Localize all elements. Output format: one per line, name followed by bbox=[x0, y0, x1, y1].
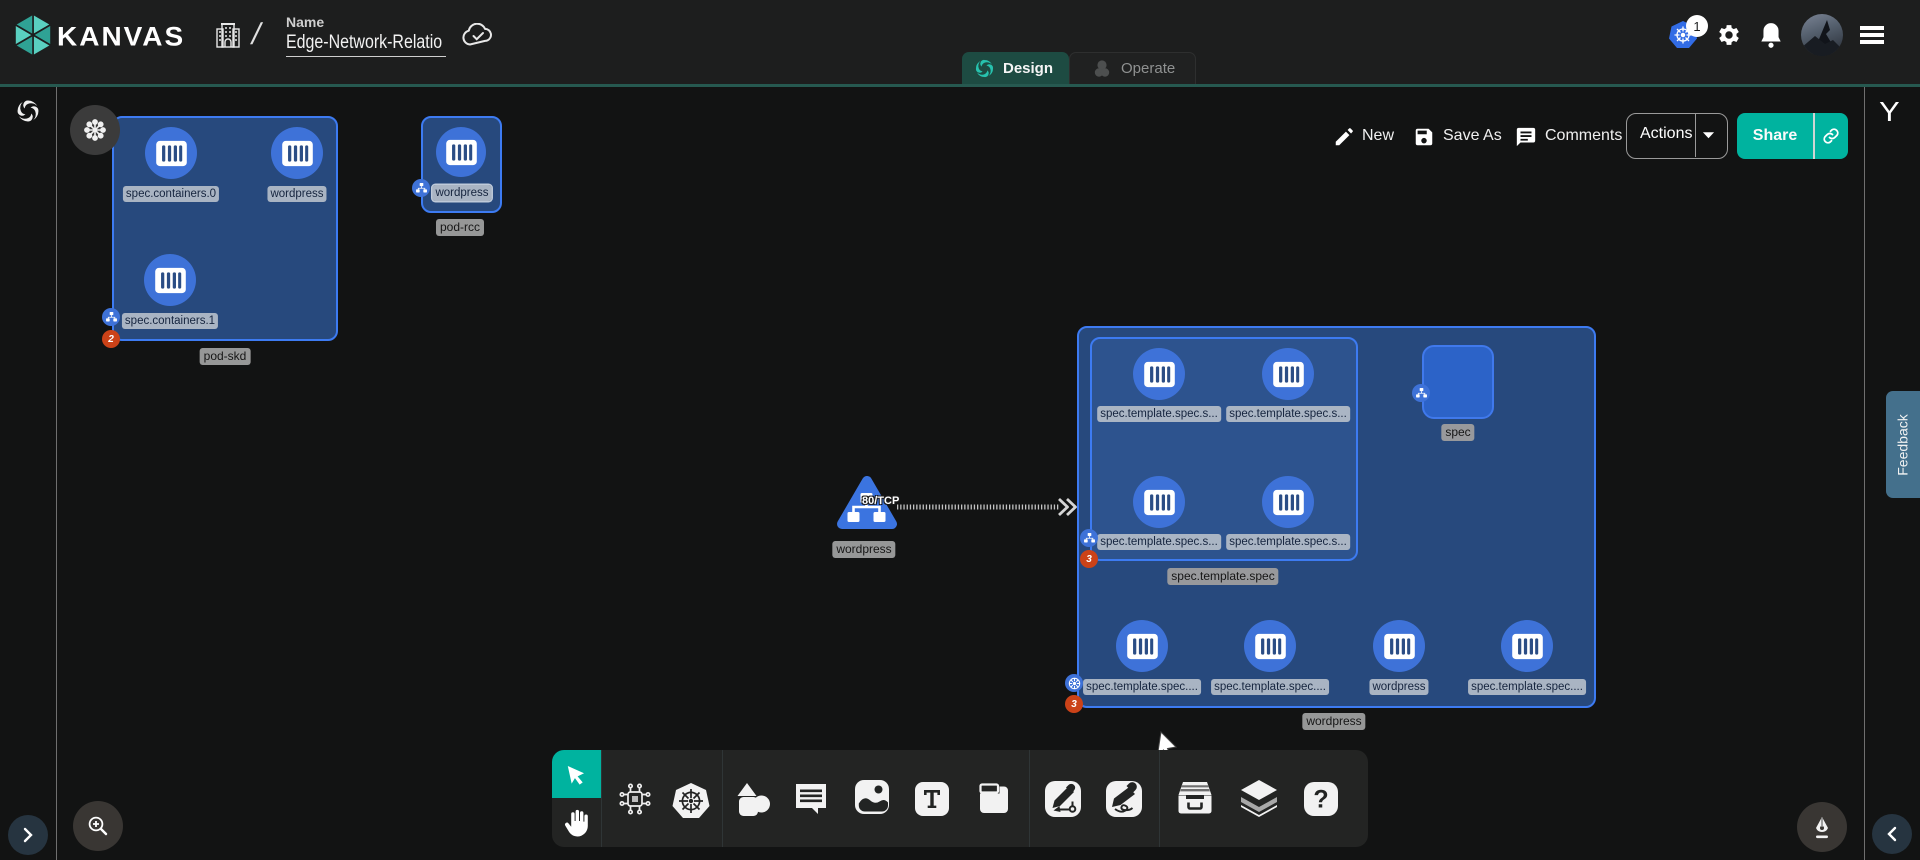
svg-text:?: ? bbox=[1313, 786, 1328, 814]
